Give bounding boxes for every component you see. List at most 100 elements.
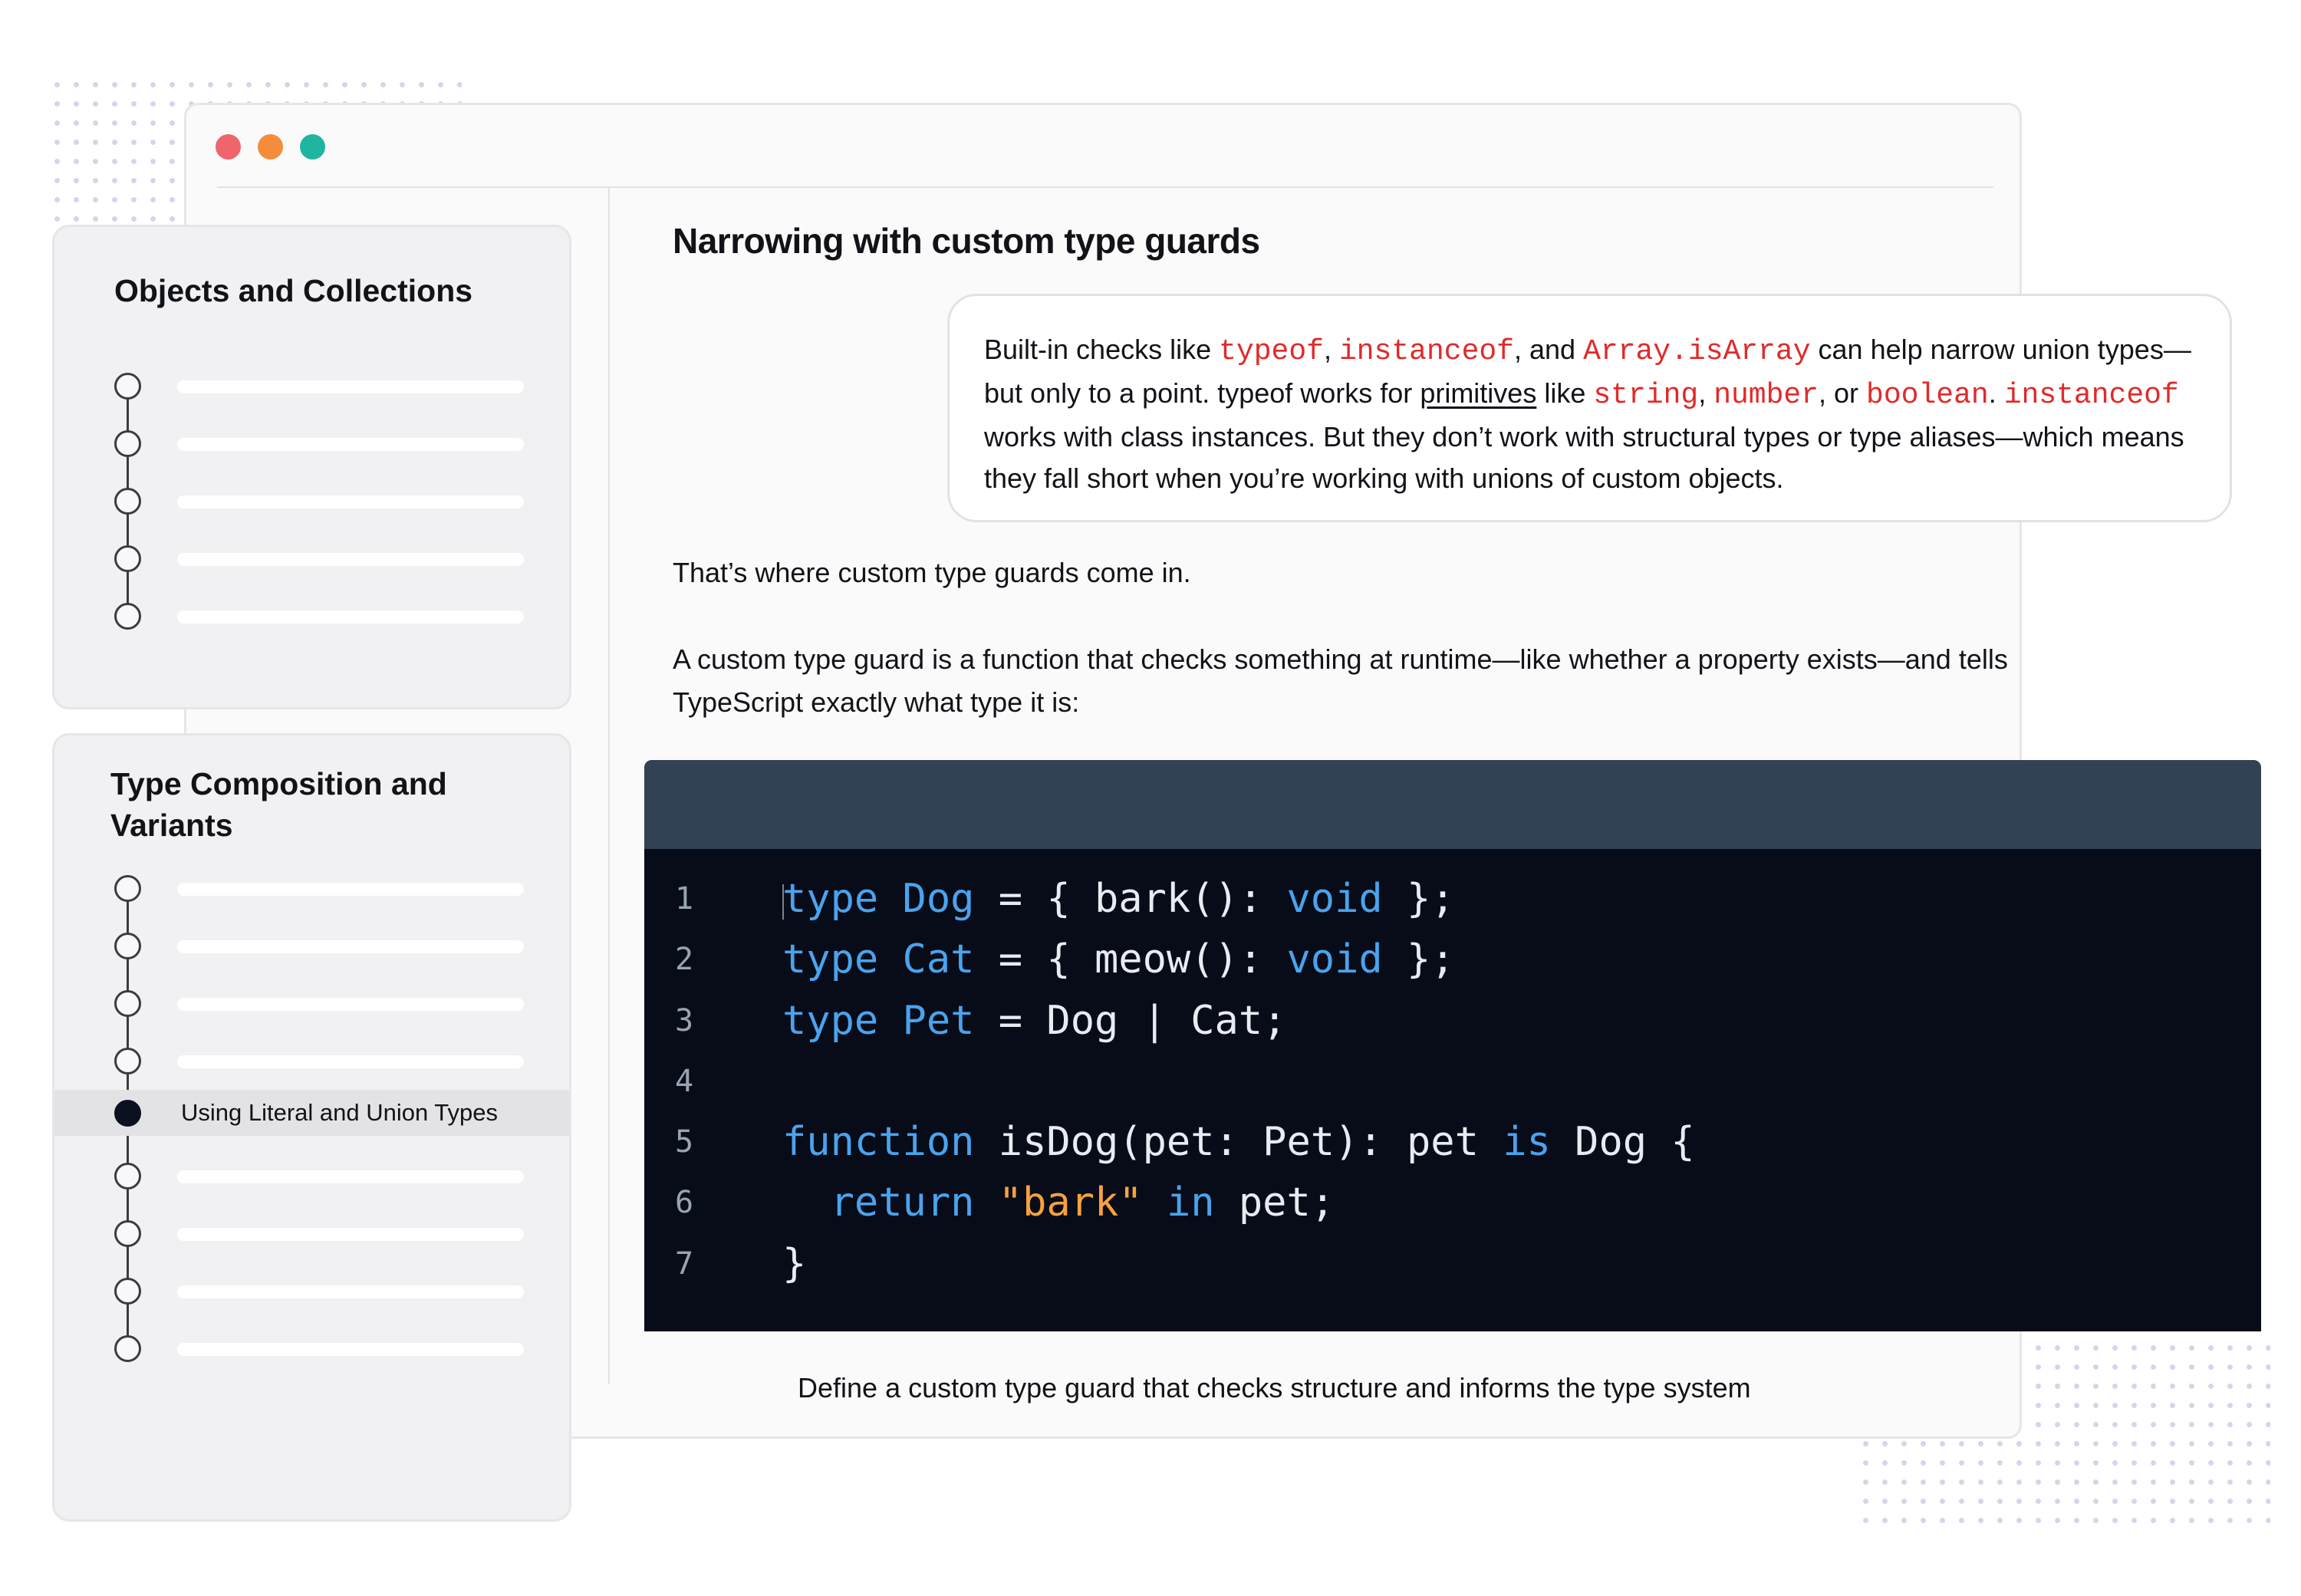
lesson-item[interactable] bbox=[54, 357, 569, 414]
lesson-item[interactable] bbox=[54, 860, 569, 916]
lesson-status-circle-icon bbox=[114, 488, 141, 515]
code-keyword: type bbox=[782, 936, 879, 983]
lesson-placeholder-bar bbox=[177, 1055, 524, 1068]
section-title: Objects and Collections bbox=[114, 273, 473, 308]
callout-text: , and bbox=[1514, 334, 1584, 365]
code-line: 5 function isDog(pet: Pet): pet is Dog { bbox=[644, 1112, 2261, 1173]
lesson-status-circle-icon bbox=[114, 430, 141, 457]
lesson-item[interactable] bbox=[54, 1262, 569, 1319]
column-divider bbox=[608, 188, 610, 1384]
code-keyword: Dog bbox=[902, 876, 975, 922]
inline-code: instanceof bbox=[1338, 335, 1514, 368]
code-text: } bbox=[782, 1234, 806, 1295]
code-keyword: type bbox=[782, 997, 879, 1044]
lesson-status-circle-icon bbox=[114, 1335, 141, 1362]
lesson-item[interactable] bbox=[54, 1320, 569, 1377]
code-token: } bbox=[782, 1240, 807, 1287]
inline-code: Array.isArray bbox=[1583, 335, 1811, 368]
inline-code: instanceof bbox=[2003, 379, 2179, 412]
lesson-status-circle-icon bbox=[114, 1163, 141, 1190]
maximize-dot[interactable] bbox=[300, 134, 325, 160]
lesson-placeholder-bar bbox=[177, 1285, 524, 1298]
code-line: 7} bbox=[644, 1234, 2261, 1295]
code-keyword: return bbox=[830, 1180, 975, 1226]
callout-text: , or bbox=[1819, 377, 1867, 409]
lesson-placeholder-bar bbox=[177, 380, 524, 393]
code-line: 4 bbox=[644, 1051, 2261, 1112]
lesson-item[interactable] bbox=[54, 530, 569, 587]
code-keyword: void bbox=[1286, 936, 1383, 983]
code-text: return "bark" in pet; bbox=[782, 1173, 1335, 1233]
code-text: type Pet = Dog | Cat; bbox=[782, 991, 1286, 1051]
lesson-status-circle-icon bbox=[114, 875, 141, 902]
code-lines: 1 type Dog = { bark(): void }; 2 type Cat =… bbox=[644, 869, 2261, 1295]
line-number: 6 bbox=[675, 1185, 694, 1221]
lesson-item[interactable] bbox=[54, 415, 569, 472]
line-number: 7 bbox=[675, 1246, 694, 1282]
lesson-status-circle-icon bbox=[114, 1048, 141, 1074]
paragraph: A custom type guard is a function that c… bbox=[673, 643, 2008, 718]
lesson-status-circle-icon bbox=[114, 603, 141, 630]
code-keyword: type bbox=[782, 876, 879, 922]
lesson-item[interactable] bbox=[54, 1205, 569, 1262]
callout-text: . bbox=[1988, 377, 2004, 409]
code-line: 3 type Pet = Dog | Cat; bbox=[644, 991, 2261, 1051]
code-keyword: Pet bbox=[902, 997, 975, 1044]
window-controls bbox=[216, 134, 325, 160]
lesson-item[interactable] bbox=[54, 1032, 569, 1089]
lesson-current-circle-icon bbox=[114, 1100, 141, 1127]
code-caption: Define a custom type guard that checks s… bbox=[798, 1372, 1751, 1403]
callout-text: works with class instances. But they don… bbox=[984, 421, 2184, 494]
paragraph: That’s where custom type guards come in. bbox=[673, 557, 1191, 588]
lesson-status-circle-icon bbox=[114, 373, 141, 400]
close-dot[interactable] bbox=[216, 134, 241, 160]
lesson-status-circle-icon bbox=[114, 990, 141, 1017]
inline-code: typeof bbox=[1219, 335, 1324, 368]
article-title: Narrowing with custom type guards bbox=[673, 221, 1260, 261]
lesson-item[interactable] bbox=[54, 1147, 569, 1204]
code-token: }; bbox=[1382, 936, 1455, 983]
lesson-placeholder-bar bbox=[177, 1228, 524, 1241]
lesson-placeholder-bar bbox=[177, 1170, 524, 1183]
line-number: 1 bbox=[675, 881, 694, 916]
lesson-placeholder-bar bbox=[177, 495, 524, 508]
sidebar-section-objects: Objects and Collections bbox=[52, 225, 571, 709]
lesson-item-active[interactable]: Using Literal and Union Types bbox=[54, 1090, 569, 1136]
lesson-item[interactable] bbox=[54, 917, 569, 974]
lesson-placeholder-bar bbox=[177, 883, 524, 896]
minimize-dot[interactable] bbox=[258, 134, 283, 160]
code-line: 2 type Cat = { meow(): void }; bbox=[644, 930, 2261, 990]
code-string: "bark" bbox=[998, 1180, 1143, 1226]
sidebar-section-type-composition: Type Composition and Variants Using Lite… bbox=[52, 733, 571, 1522]
lesson-status-circle-icon bbox=[114, 1220, 141, 1247]
code-text: type Cat = { meow(): void }; bbox=[782, 930, 1455, 990]
line-number: 2 bbox=[675, 942, 694, 978]
code-block-header bbox=[644, 760, 2261, 849]
lesson-status-circle-icon bbox=[114, 933, 141, 959]
lesson-item[interactable] bbox=[54, 472, 569, 529]
inline-code: boolean bbox=[1866, 379, 1989, 412]
lesson-placeholder-bar bbox=[177, 1343, 524, 1356]
inline-code: number bbox=[1713, 379, 1819, 412]
lesson-status-circle-icon bbox=[114, 1278, 141, 1305]
lesson-item[interactable] bbox=[54, 587, 569, 644]
inline-code: string bbox=[1593, 379, 1699, 412]
lesson-placeholder-bar bbox=[177, 610, 524, 624]
primitives-link[interactable]: primitives bbox=[1420, 377, 1536, 409]
code-keyword: function bbox=[782, 1119, 975, 1166]
callout-box: Built-in checks like typeof, instanceof,… bbox=[947, 294, 2232, 522]
section-title: Type Composition and Variants bbox=[110, 766, 447, 843]
code-token: }; bbox=[1382, 876, 1455, 922]
code-token: = { bark(): bbox=[974, 876, 1287, 922]
callout-text: , bbox=[1323, 334, 1339, 365]
lesson-item[interactable] bbox=[54, 975, 569, 1032]
code-block[interactable]: 1 type Dog = { bark(): void }; 2 type Cat =… bbox=[644, 760, 2261, 1331]
code-keyword: in bbox=[1166, 1180, 1215, 1226]
lesson-placeholder-bar bbox=[177, 998, 524, 1011]
lesson-placeholder-bar bbox=[177, 940, 524, 953]
